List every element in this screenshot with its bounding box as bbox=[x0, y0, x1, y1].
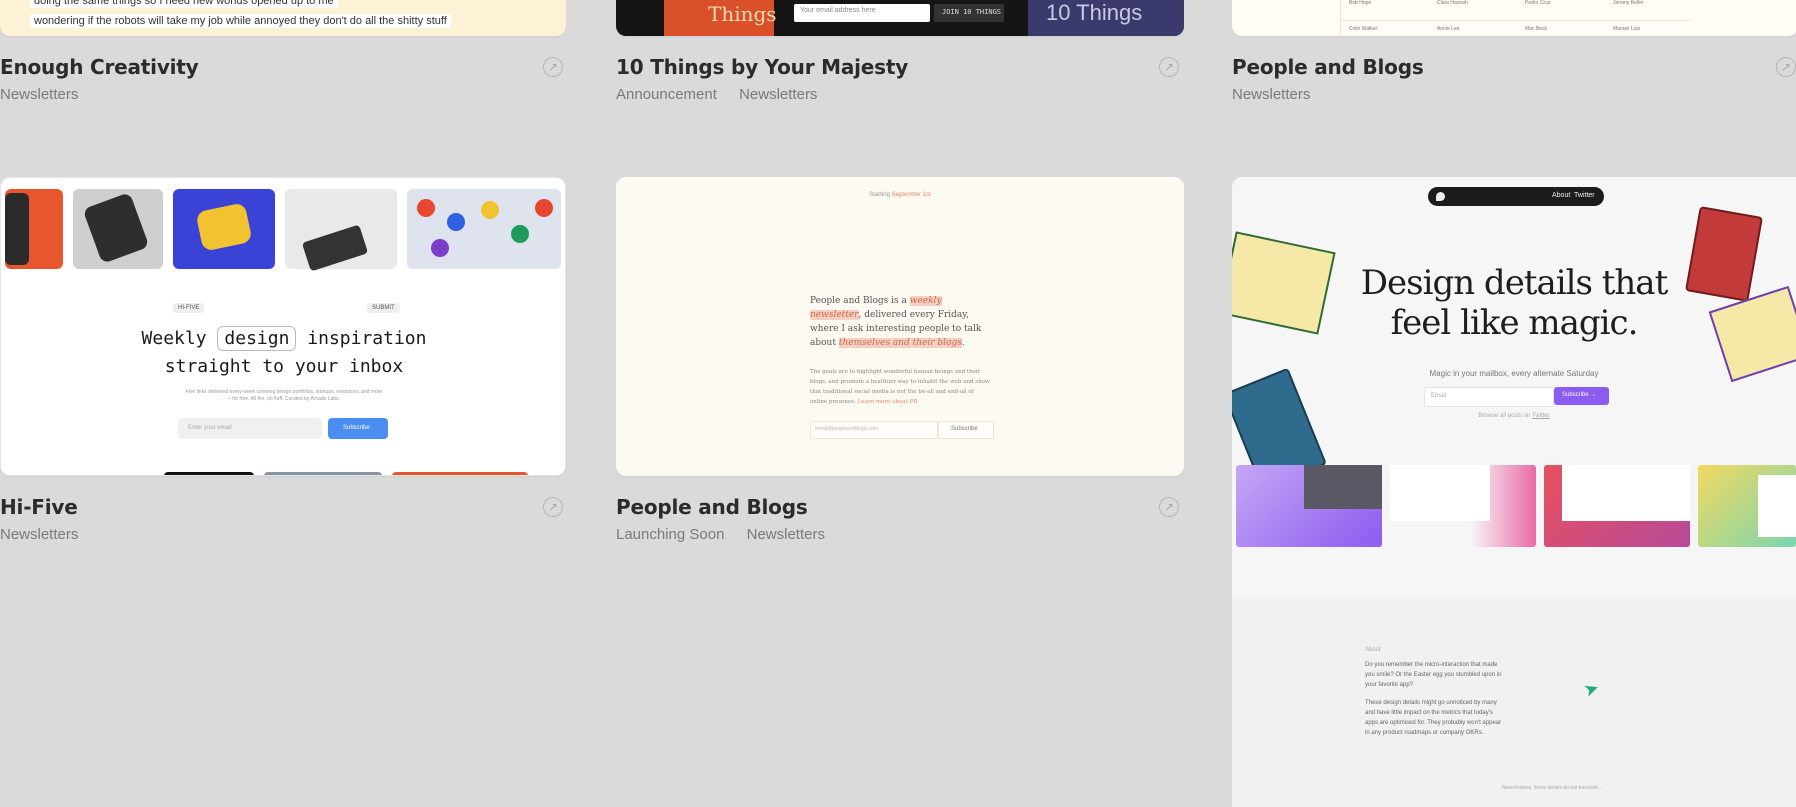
tag-launching-soon[interactable]: Launching Soon bbox=[616, 526, 724, 543]
thumb-about-p1: Do you remember the micro-interaction th… bbox=[1365, 662, 1502, 688]
nav-twitter: Twitter bbox=[1574, 192, 1595, 199]
thumbnail-10-things[interactable]: Things Your email address here JOIN 10 T… bbox=[616, 0, 1184, 36]
thumb-chip-hifive: HI-FIVE bbox=[173, 303, 205, 313]
thumbnail-hi-five[interactable]: HI-FIVE SUBMIT Weekly design inspiration… bbox=[0, 177, 566, 476]
thumb-body: The goals are to highlight wonderful hum… bbox=[810, 369, 990, 405]
thumb-image-blue bbox=[173, 189, 275, 269]
card-tags: Newsletters bbox=[0, 86, 96, 103]
thumb-tile-white-pink bbox=[1390, 465, 1536, 547]
card-title[interactable]: 10 Things by Your Majesty bbox=[616, 55, 908, 79]
thumb-email-input: email@peopleandblogs.com bbox=[810, 421, 938, 439]
thumb-about-p2: These design details might go unnoticed … bbox=[1365, 700, 1502, 736]
card-tags: Newsletters bbox=[1232, 86, 1328, 103]
thumb-tile-gradient bbox=[1698, 465, 1796, 547]
card-title[interactable]: People and Blogs bbox=[1232, 55, 1424, 79]
tag-newsletters[interactable]: Newsletters bbox=[0, 526, 78, 543]
thumb-subscribe-button: Subscribe bbox=[938, 421, 994, 439]
thumbnail-enough-creativity[interactable]: doing the same things so I need new worl… bbox=[0, 0, 566, 36]
thumb-text-line: wondering if the robots will take my job… bbox=[30, 14, 451, 28]
thumb-subscribe-button: Subscribe → bbox=[1554, 387, 1609, 405]
thumb-browse: Browse all posts on Twitter bbox=[1478, 413, 1550, 419]
thumb-headline-2: straight to your inbox bbox=[164, 356, 404, 377]
thumb-subtext: Five links delivered every week covering… bbox=[185, 389, 383, 402]
thumb-join-button: JOIN 10 THINGS bbox=[934, 4, 1004, 22]
thumb-tile-purple bbox=[1236, 465, 1382, 547]
thumb-email-input: Your email address here bbox=[794, 4, 930, 22]
external-link-icon[interactable]: ↗ bbox=[543, 497, 563, 517]
thumb-chip-submit: SUBMIT bbox=[367, 303, 400, 313]
card-people-and-blogs-launching[interactable]: Starting September 1st People and Blogs … bbox=[616, 177, 1184, 547]
thumb-footer-note: Nevertheless, these details do not trans… bbox=[1502, 785, 1603, 791]
thumb-lead: People and Blogs is a weekly newsletter,… bbox=[810, 296, 982, 348]
thumb-about-label: About bbox=[1365, 647, 1381, 653]
card-title[interactable]: Enough Creativity bbox=[0, 55, 199, 79]
thumb-bottom-orange bbox=[392, 472, 528, 475]
thumb-image-keyboard bbox=[285, 189, 397, 272]
card-title[interactable]: People and Blogs bbox=[616, 495, 808, 519]
thumb-table: Bob Hope Clara Hannah Pedro Cruz Jeremy … bbox=[1340, 0, 1691, 36]
tag-announcement[interactable]: Announcement bbox=[616, 86, 717, 103]
thumb-headline: Weekly design inspiration bbox=[141, 326, 427, 351]
card-tags: Announcement Newsletters bbox=[616, 86, 835, 103]
external-link-icon[interactable]: ↗ bbox=[1776, 57, 1796, 77]
thumb-image-orange bbox=[5, 189, 63, 269]
card-title[interactable]: Hi-Five bbox=[0, 495, 78, 519]
thumb-text-line: doing the same things so I need new worl… bbox=[30, 0, 338, 8]
card-enough-creativity[interactable]: doing the same things so I need new worl… bbox=[0, 0, 566, 110]
card-10-things[interactable]: Things Your email address here JOIN 10 T… bbox=[616, 0, 1184, 110]
thumb-image-mono bbox=[73, 189, 163, 269]
thumb-starting: Starting September 1st bbox=[869, 192, 931, 198]
card-tags: Launching Soon Newsletters bbox=[616, 526, 843, 543]
tag-newsletters[interactable]: Newsletters bbox=[739, 86, 817, 103]
card-design-details[interactable]: About Twitter Design details that feel l… bbox=[1232, 177, 1796, 807]
tag-newsletters[interactable]: Newsletters bbox=[747, 526, 825, 543]
thumb-tile-red bbox=[1544, 465, 1690, 547]
thumb-subscribe-button: Subscribe bbox=[328, 418, 388, 439]
thumb-email-input: Email bbox=[1424, 387, 1554, 407]
tag-newsletters[interactable]: Newsletters bbox=[0, 86, 78, 103]
thumb-email-input: Enter your email bbox=[178, 418, 322, 439]
thumbnail-people-and-blogs-table[interactable]: Bob Hope Clara Hannah Pedro Cruz Jeremy … bbox=[1232, 0, 1796, 36]
thumb-brand-right: 10 Things bbox=[1046, 0, 1143, 25]
nav-about: About bbox=[1552, 192, 1571, 199]
thumbnail-design-details[interactable]: About Twitter Design details that feel l… bbox=[1232, 177, 1796, 807]
thumb-about-section bbox=[1232, 597, 1796, 807]
external-link-icon[interactable]: ↗ bbox=[1159, 497, 1179, 517]
logo-icon bbox=[1436, 192, 1445, 201]
thumb-subhead: Magic in your mailbox, every alternate S… bbox=[1429, 369, 1599, 378]
thumb-bottom-dark bbox=[164, 472, 254, 475]
external-link-icon[interactable]: ↗ bbox=[543, 57, 563, 77]
thumb-headline: Design details that feel like magic. bbox=[1360, 263, 1669, 343]
card-hi-five[interactable]: HI-FIVE SUBMIT Weekly design inspiration… bbox=[0, 177, 566, 547]
external-link-icon[interactable]: ↗ bbox=[1159, 57, 1179, 77]
thumb-bottom-slate bbox=[264, 472, 382, 475]
thumb-image-stickers bbox=[407, 189, 561, 269]
card-tags: Newsletters bbox=[0, 526, 96, 543]
card-people-and-blogs[interactable]: Bob Hope Clara Hannah Pedro Cruz Jeremy … bbox=[1232, 0, 1796, 110]
thumb-navbar: About Twitter bbox=[1428, 187, 1604, 206]
thumb-brand-left: Things bbox=[708, 2, 777, 26]
thumbnail-people-and-blogs[interactable]: Starting September 1st People and Blogs … bbox=[616, 177, 1184, 476]
tag-newsletters[interactable]: Newsletters bbox=[1232, 86, 1310, 103]
